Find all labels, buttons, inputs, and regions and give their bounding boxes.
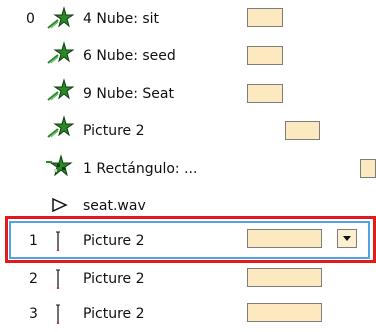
animation-row[interactable]: 0 4 Nube: sit — [0, 0, 376, 36]
row-label: 1 Rectángulo: ... — [83, 161, 198, 177]
row-index: 0 — [26, 11, 35, 27]
line-path-icon — [56, 304, 60, 324]
timeline-bar[interactable] — [247, 268, 322, 287]
row-label: Picture 2 — [83, 123, 145, 139]
animation-row[interactable]: Picture 2 — [0, 111, 376, 147]
animation-row[interactable]: 6 Nube: seed — [0, 37, 376, 73]
row-index: 2 — [29, 271, 38, 287]
timeline-bar[interactable] — [247, 303, 322, 322]
animation-row[interactable]: 2 Picture 2 — [0, 262, 376, 298]
timeline-bar[interactable] — [360, 159, 376, 178]
play-triangle-icon — [52, 198, 68, 212]
green-star-motion-icon — [47, 115, 74, 138]
dropdown-button[interactable] — [337, 229, 357, 248]
highlight-frame — [5, 216, 376, 263]
timeline-bar[interactable] — [247, 84, 283, 103]
line-path-icon — [56, 269, 60, 289]
row-label: Picture 2 — [83, 271, 145, 287]
green-star-motion-icon — [47, 78, 74, 101]
timeline-bar[interactable] — [247, 46, 283, 65]
timeline-bar[interactable] — [285, 121, 320, 140]
row-label: seat.wav — [83, 198, 146, 214]
row-label: 9 Nube: Seat — [83, 86, 174, 102]
chevron-down-icon — [343, 236, 351, 241]
row-index: 3 — [29, 306, 38, 322]
animation-row[interactable]: 1 Rectángulo: ... — [0, 148, 376, 184]
row-label: Picture 2 — [83, 306, 145, 322]
row-label: 6 Nube: seed — [83, 48, 176, 64]
checkered-star-icon — [46, 154, 73, 177]
green-star-motion-icon — [47, 41, 74, 64]
row-label: 4 Nube: sit — [83, 11, 160, 27]
green-star-motion-icon — [47, 6, 74, 29]
animation-row[interactable]: 9 Nube: Seat — [0, 74, 376, 110]
timeline-bar[interactable] — [247, 8, 283, 27]
